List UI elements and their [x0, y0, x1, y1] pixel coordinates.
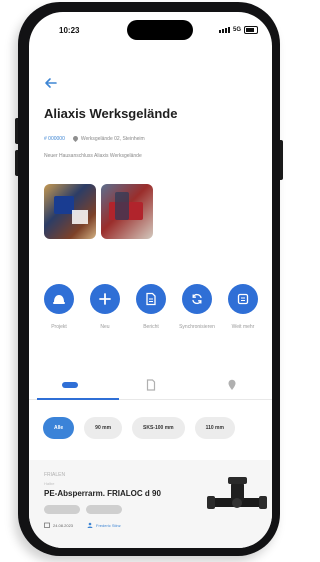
phone-screen: 10:23 5G Aliaxis Werksgelände # 000000 W… — [29, 12, 272, 548]
product-tags — [44, 505, 122, 514]
side-button-right — [280, 140, 283, 180]
action-bar: Projekt Neu Bericht Synchronisieren Weit… — [43, 284, 259, 330]
action-neu-button[interactable]: Neu — [89, 284, 121, 330]
product-card[interactable]: FRIALEN Halbe PE-Absperrarm. FRIALOC d 9… — [29, 460, 272, 548]
product-date-text: 24.08.2023 — [53, 522, 74, 528]
product-tag — [44, 505, 80, 514]
action-sync-label: Synchronisieren — [179, 324, 215, 330]
photo-gallery — [44, 184, 153, 239]
chip-110mm[interactable]: 110 mm — [194, 417, 235, 439]
chip-sks-100mm[interactable]: SKS-100 mm — [132, 417, 185, 439]
side-button-left — [15, 118, 18, 144]
tab-active-indicator — [37, 398, 119, 400]
tab-location[interactable] — [191, 370, 272, 400]
signal-icon — [218, 27, 230, 33]
network-label: 5G — [232, 27, 241, 33]
document-icon — [136, 284, 166, 314]
product-tag — [86, 505, 122, 514]
product-footer: 24.08.2023 Frederic Stinz — [44, 522, 121, 528]
product-date: 24.08.2023 — [44, 522, 73, 528]
action-more-label: Weit mehr — [231, 324, 255, 330]
status-icons: 5G — [218, 26, 258, 34]
sync-icon — [182, 284, 212, 314]
back-arrow-icon[interactable] — [44, 76, 58, 90]
page-title: Aliaxis Werksgelände — [44, 106, 178, 121]
action-bericht-button[interactable]: Bericht — [135, 284, 167, 330]
document-icon — [146, 379, 155, 391]
product-user: Frederic Stinz — [87, 522, 121, 528]
action-projekt-button[interactable]: Projekt — [43, 284, 75, 330]
plus-icon — [90, 284, 120, 314]
pipe-fitting-image — [207, 477, 267, 509]
action-neu-label: Neu — [100, 324, 110, 330]
filter-chips: Alle 90 mm SKS-100 mm 110 mm — [43, 417, 235, 439]
calendar-icon — [44, 522, 50, 528]
location-pin-icon — [228, 379, 235, 390]
action-more-button[interactable]: Weit mehr — [227, 284, 259, 330]
user-icon — [87, 522, 93, 528]
tab-documents[interactable] — [110, 370, 191, 400]
product-subcategory: Halbe — [44, 481, 55, 486]
project-description: Neuer Hausanschluss Aliaxis Werksgelände — [44, 153, 142, 159]
list-icon — [61, 382, 78, 388]
action-projekt-label: Projekt — [51, 324, 67, 330]
project-id: # 000000 — [44, 136, 65, 142]
helmet-icon — [44, 284, 74, 314]
battery-icon — [244, 26, 258, 34]
checklist-icon — [228, 284, 258, 314]
tab-list[interactable] — [29, 370, 110, 400]
side-button-left-2 — [15, 150, 18, 176]
project-location-text: Werksgelände 02, Steinheim — [80, 136, 145, 142]
site-photo-1[interactable] — [44, 184, 96, 239]
location-pin-icon — [71, 135, 79, 143]
product-category: FRIALEN — [44, 472, 66, 478]
project-location: Werksgelände 02, Steinheim — [71, 135, 145, 143]
project-meta: # 000000 Werksgelände 02, Steinheim — [44, 135, 145, 143]
chip-90mm[interactable]: 90 mm — [84, 417, 123, 439]
tab-bar — [29, 370, 272, 400]
status-time: 10:23 — [59, 26, 80, 35]
site-photo-2[interactable] — [101, 184, 153, 239]
action-sync-button[interactable]: Synchronisieren — [179, 284, 215, 330]
product-user-text: Frederic Stinz — [96, 522, 121, 528]
dynamic-island — [127, 20, 193, 40]
action-bericht-label: Bericht — [143, 324, 159, 330]
status-bar: 10:23 5G — [29, 12, 272, 46]
product-title: PE-Absperrarm. FRIALOC d 90 — [44, 489, 161, 498]
chip-alle[interactable]: Alle — [43, 417, 75, 439]
